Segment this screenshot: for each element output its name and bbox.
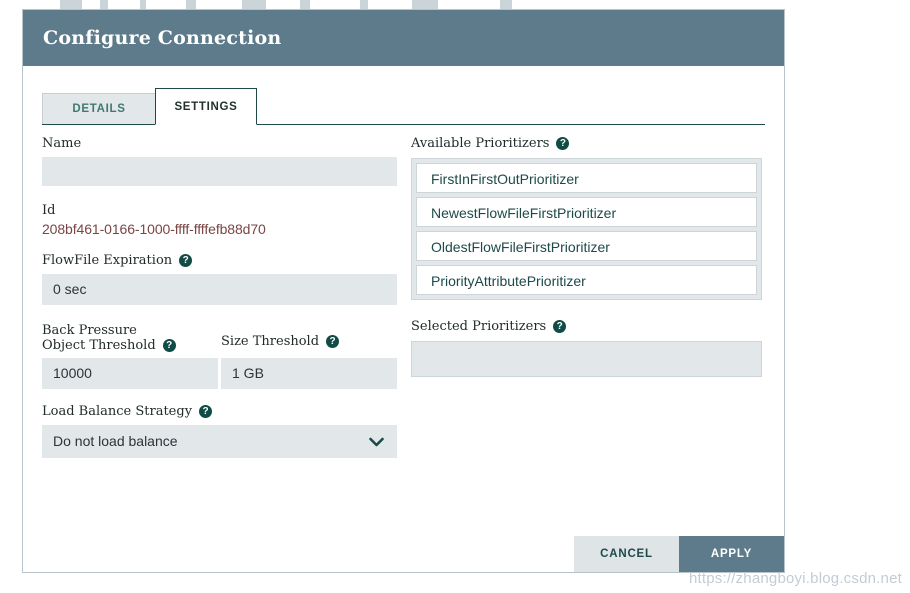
help-circle-icon[interactable]: ? [556,137,570,150]
back-pressure-row: Back Pressure Object Threshold ? 10000 S… [42,323,398,389]
available-prioritizers-label: Available Prioritizers ? [411,136,763,151]
back-pressure-object-threshold-label: Back Pressure Object Threshold ? [42,323,176,353]
flowfile-expiration-label-text: FlowFile Expiration [42,253,173,268]
name-label-text: Name [42,136,82,151]
cancel-button-label: CANCEL [600,548,653,560]
selected-prioritizers-dropzone[interactable] [411,341,762,377]
cropped-toolbar-strip [0,0,910,9]
cancel-button[interactable]: CANCEL [574,536,679,572]
tab-underline [42,124,765,125]
apply-button-label: APPLY [710,548,753,560]
back-pressure-size-threshold-input[interactable]: 1 GB [221,358,397,389]
back-pressure-size-threshold-label: Size Threshold ? [221,334,340,349]
back-pressure-object-threshold-input[interactable]: 10000 [42,358,218,389]
apply-button[interactable]: APPLY [679,536,784,572]
back-pressure-object-threshold-label-text: Object Threshold [42,338,156,353]
list-item[interactable]: NewestFlowFileFirstPrioritizer [416,197,757,227]
help-circle-icon[interactable]: ? [199,405,213,418]
help-circle-icon[interactable]: ? [162,339,176,352]
settings-right-column: Available Prioritizers ? FirstInFirstOut… [411,136,763,377]
chevron-down-icon[interactable] [369,425,384,458]
tab-bar: DETAILS SETTINGS [42,88,765,125]
selected-prioritizers-label-text: Selected Prioritizers [411,319,547,334]
list-item[interactable]: FirstInFirstOutPrioritizer [416,163,757,193]
tab-settings[interactable]: SETTINGS [155,88,257,125]
load-balance-strategy-label: Load Balance Strategy ? [42,404,398,419]
tab-details[interactable]: DETAILS [42,93,156,125]
id-value: 208bf461-0166-1000-ffff-ffffefb88d70 [42,221,266,237]
load-balance-strategy-select[interactable]: Do not load balance [42,425,397,458]
dialog-header: Configure Connection [23,10,784,66]
load-balance-strategy-value: Do not load balance [53,433,178,449]
configure-connection-dialog: Configure Connection DETAILS SETTINGS Na… [22,9,785,573]
list-item[interactable]: PriorityAttributePrioritizer [416,265,757,295]
help-circle-icon[interactable]: ? [326,335,340,348]
selected-prioritizers-label: Selected Prioritizers ? [411,319,763,334]
flowfile-expiration-label: FlowFile Expiration ? [42,253,398,268]
back-pressure-group-label: Back Pressure [42,323,137,338]
settings-left-column: Name Id 208bf461-0166-1000-ffff-ffffefb8… [42,136,398,458]
list-item[interactable]: OldestFlowFileFirstPrioritizer [416,231,757,261]
tab-settings-label: SETTINGS [174,100,238,113]
dialog-title: Configure Connection [43,27,282,49]
help-circle-icon[interactable]: ? [553,320,567,333]
back-pressure-size-threshold-label-text: Size Threshold [221,334,320,349]
available-prioritizers-list: FirstInFirstOutPrioritizer NewestFlowFil… [411,158,762,300]
name-input[interactable] [42,157,397,186]
id-label-text: Id [42,203,56,218]
available-prioritizers-label-text: Available Prioritizers [411,136,550,151]
id-label: Id [42,203,398,218]
flowfile-expiration-input[interactable]: 0 sec [42,274,397,305]
help-circle-icon[interactable]: ? [179,254,193,267]
load-balance-strategy-label-text: Load Balance Strategy [42,404,193,419]
name-label: Name [42,136,398,151]
dialog-footer: CANCEL APPLY [574,536,784,572]
tab-details-label: DETAILS [72,103,126,115]
